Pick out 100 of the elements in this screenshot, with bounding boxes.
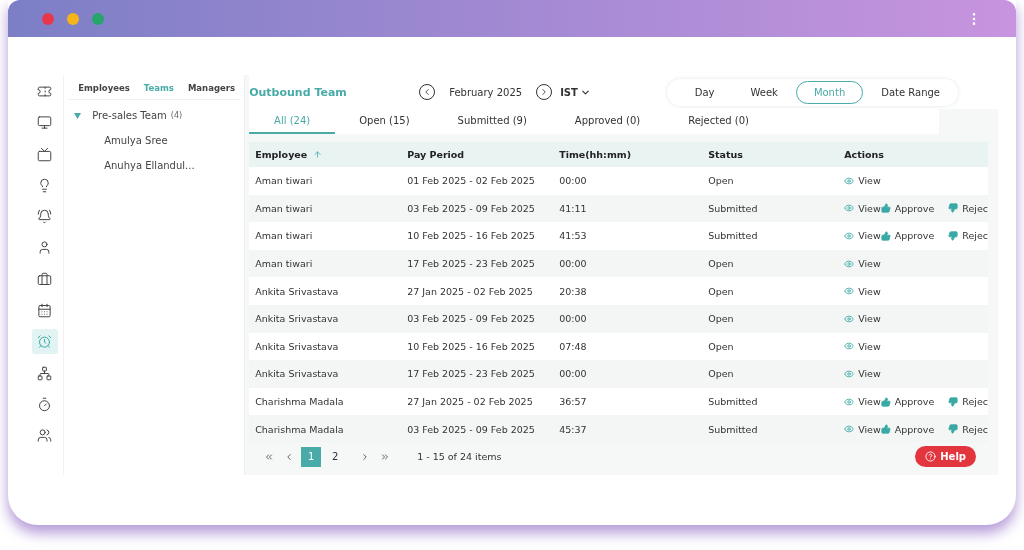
view-link[interactable]: View	[858, 258, 881, 270]
table-cell-text: 27 Jan 2025 - 02 Feb 2025	[407, 396, 534, 408]
table-cell-text: Aman tiwari	[255, 202, 314, 214]
table-cell-text: Aman tiwari	[255, 230, 314, 242]
table-cell-text: 17 Feb 2025 - 23 Feb 2025	[407, 368, 536, 380]
table-cell-text: 10 Feb 2025 - 16 Feb 2025	[407, 230, 536, 242]
view-link[interactable]: View	[858, 313, 881, 325]
thumbs-down-icon	[948, 203, 959, 214]
tree-item[interactable]: Pre-sales Team	[92, 110, 167, 121]
table-cell-text: Aman tiwari	[255, 175, 314, 187]
help-button[interactable]: Help	[915, 445, 976, 467]
thumbs-down-icon	[948, 424, 959, 435]
approve-link[interactable]: Approve	[894, 423, 935, 435]
view-link[interactable]: View	[858, 202, 881, 214]
range-option[interactable]: Day	[676, 80, 733, 104]
eye-icon	[844, 368, 855, 379]
eye-icon	[844, 203, 855, 214]
table-cell-text: Open	[708, 285, 735, 297]
help-icon	[925, 450, 937, 462]
table-cell-text: 01 Feb 2025 - 02 Feb 2025	[407, 175, 536, 187]
minimize-dot[interactable]	[67, 12, 79, 25]
team-title: Outbound Team	[249, 85, 348, 99]
table-cell-text: Charishma Madala	[255, 423, 345, 435]
table-cell-text: 41:53	[559, 230, 588, 242]
eye-icon	[844, 286, 855, 297]
page-button[interactable]: 2	[325, 446, 346, 467]
approve-link[interactable]: Approve	[894, 202, 935, 214]
table-cell-text: 03 Feb 2025 - 09 Feb 2025	[407, 202, 536, 214]
view-link[interactable]: View	[858, 285, 881, 297]
table-cell-text: 00:00	[559, 313, 588, 325]
period-label: February 2025	[448, 85, 524, 100]
reject-link[interactable]: Rejec	[962, 230, 988, 242]
table-cell-text: Open	[708, 313, 735, 325]
table-cell-text: Submitted	[708, 423, 759, 435]
panel-tab[interactable]: Managers	[187, 83, 235, 93]
eye-icon	[844, 341, 855, 352]
column-header[interactable]: Actions	[844, 149, 884, 160]
table-cell-text: Aman tiwari	[255, 258, 314, 270]
approve-link[interactable]: Approve	[894, 396, 935, 408]
table-cell-text: Ankita Srivastava	[255, 285, 340, 297]
view-link[interactable]: View	[858, 340, 881, 352]
thumbs-up-icon	[880, 203, 891, 214]
eye-icon	[844, 424, 855, 435]
table-cell-text: Ankita Srivastava	[255, 313, 340, 325]
table-cell-text: Open	[708, 258, 735, 270]
column-header[interactable]: Employee	[255, 149, 308, 160]
thumbs-up-icon	[880, 424, 891, 435]
table-cell-text: 00:00	[559, 258, 588, 270]
table-cell-text: Open	[708, 175, 735, 187]
reject-link[interactable]: Rejec	[962, 396, 988, 408]
range-option[interactable]: Week	[732, 80, 796, 104]
eye-icon	[844, 313, 855, 324]
reject-link[interactable]: Rejec	[962, 423, 988, 435]
eye-icon	[844, 231, 855, 241]
table-cell-text: Open	[708, 340, 735, 352]
timezone-dropdown[interactable]: IST	[560, 86, 591, 98]
approve-link[interactable]: Approve	[894, 230, 935, 242]
alarm-clock-icon[interactable]	[31, 329, 58, 355]
thumbs-up-icon	[880, 396, 891, 407]
table-cell-text: 03 Feb 2025 - 09 Feb 2025	[407, 423, 536, 435]
table-cell-text: 45:37	[559, 423, 588, 435]
tree-item[interactable]: Anuhya Ellandul...	[104, 160, 195, 171]
thumbs-down-icon	[948, 231, 959, 241]
table-cell-text: 17 Feb 2025 - 23 Feb 2025	[407, 258, 536, 270]
view-link[interactable]: View	[858, 423, 881, 435]
eye-icon	[844, 175, 855, 186]
item-count: 1 - 15 of 24 items	[417, 451, 502, 463]
column-header[interactable]: Time(hh:mm)	[559, 149, 632, 160]
maximize-dot[interactable]	[92, 12, 104, 25]
table-cell-text: 00:00	[559, 175, 588, 187]
thumbs-down-icon	[948, 396, 959, 407]
panel-tab[interactable]: Employees	[78, 83, 130, 93]
table-cell-text: 00:00	[559, 368, 588, 380]
column-header[interactable]: Status	[708, 149, 743, 160]
table-cell-text: 36:57	[559, 396, 588, 408]
table-cell-text: Submitted	[708, 396, 759, 408]
tree-item[interactable]: Amulya Sree	[104, 135, 168, 146]
table-cell-text: 27 Jan 2025 - 02 Feb 2025	[407, 285, 534, 297]
table-cell-text: Ankita Srivastava	[255, 340, 340, 352]
table-cell-text: 03 Feb 2025 - 09 Feb 2025	[407, 313, 536, 325]
table-cell-text: Ankita Srivastava	[255, 368, 340, 380]
view-link[interactable]: View	[858, 368, 881, 380]
table-cell-text: Open	[708, 368, 735, 380]
table-cell-text: Charishma Madala	[255, 396, 345, 408]
close-dot[interactable]	[42, 12, 54, 25]
table-cell-text: 41:11	[559, 202, 588, 214]
table-cell-text: 20:38	[559, 285, 588, 297]
range-option[interactable]: Date Range	[863, 80, 958, 104]
view-link[interactable]: View	[858, 396, 881, 408]
member-count: (4)	[170, 111, 183, 120]
table-cell-text: 07:48	[559, 340, 588, 352]
column-header[interactable]: Pay Period	[407, 149, 465, 160]
eye-icon	[844, 396, 855, 407]
view-link[interactable]: View	[858, 175, 881, 187]
table-cell-text: Submitted	[708, 202, 759, 214]
eye-icon	[844, 258, 855, 269]
view-link[interactable]: View	[858, 230, 881, 242]
thumbs-up-icon	[880, 231, 891, 241]
table-cell-text: Submitted	[708, 230, 759, 242]
reject-link[interactable]: Rejec	[962, 202, 988, 214]
